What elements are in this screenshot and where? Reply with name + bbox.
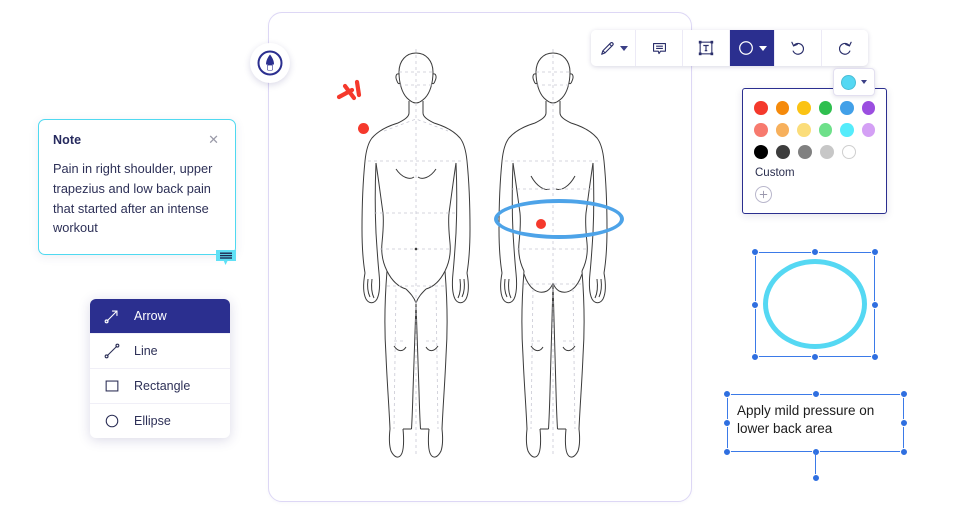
color-swatch-white[interactable] (842, 145, 856, 159)
line-icon (102, 341, 122, 361)
resize-handle-e[interactable] (900, 419, 908, 427)
undo-icon (791, 41, 805, 55)
annotation-pain-dot-shoulder[interactable] (358, 123, 369, 134)
color-swatch-grey[interactable] (798, 145, 812, 159)
custom-color-label: Custom (755, 167, 795, 179)
resize-handle-sw[interactable] (723, 448, 731, 456)
annotation-pain-dot-lower-back[interactable] (536, 219, 546, 229)
chevron-down-icon[interactable] (861, 80, 867, 84)
text-box-icon (698, 40, 714, 56)
shape-menu-label-ellipse: Ellipse (134, 414, 171, 428)
color-swatch-black[interactable] (754, 145, 768, 159)
app-logo[interactable] (250, 43, 290, 83)
plus-circle-icon (759, 190, 768, 199)
shape-menu-label-rectangle: Rectangle (134, 379, 191, 393)
rectangle-icon (102, 376, 122, 396)
anatomical-figure-back[interactable] (491, 41, 616, 481)
shape-menu-item-rectangle[interactable]: Rectangle (90, 369, 230, 404)
annotation-pain-strokes[interactable] (335, 79, 369, 113)
toolbar-button-textbox[interactable] (683, 30, 730, 66)
shape-menu-item-line[interactable]: Line (90, 334, 230, 369)
color-swatch-blue[interactable] (840, 101, 854, 115)
note-body-text: Pain in right shoulder, upper trapezius … (53, 161, 213, 236)
resize-handle-e[interactable] (871, 300, 879, 309)
drawing-canvas[interactable] (268, 12, 692, 502)
resize-handle-ne[interactable] (900, 390, 908, 398)
color-row-light (754, 123, 875, 137)
resize-handle-n[interactable] (811, 390, 820, 398)
resize-handle-ne[interactable] (871, 248, 879, 256)
close-icon[interactable]: ✕ (207, 133, 220, 146)
ellipse-icon (102, 411, 122, 431)
add-custom-color-button[interactable] (755, 186, 772, 203)
color-picker-button[interactable] (833, 68, 875, 96)
note-card[interactable]: Note ✕ Pain in right shoulder, upper tra… (38, 119, 236, 256)
shape-menu-label-line: Line (134, 344, 158, 358)
resize-handle-se[interactable] (871, 353, 879, 361)
color-row-primary (754, 101, 875, 115)
color-swatch-light-yellow[interactable] (797, 123, 811, 137)
selection-bounding-box (755, 252, 875, 357)
color-swatch-yellow[interactable] (797, 101, 811, 115)
color-swatch-cyan[interactable] (840, 123, 854, 137)
toolbar-button-undo[interactable] (775, 30, 822, 66)
color-swatch-icon (841, 74, 856, 90)
color-palette-popover: Custom (742, 88, 887, 214)
note-header: Note ✕ (53, 133, 220, 147)
chevron-down-icon[interactable] (619, 45, 628, 51)
selected-ellipse-shape[interactable] (751, 248, 879, 361)
toolbar-button-shape[interactable] (730, 30, 775, 66)
resize-handle-s[interactable] (811, 353, 819, 361)
shape-menu-item-ellipse[interactable]: Ellipse (90, 404, 230, 438)
resize-handle-nw[interactable] (751, 248, 759, 256)
canvas-content (269, 13, 691, 501)
color-swatch-orange[interactable] (775, 101, 789, 115)
annotation-toolbar (591, 30, 868, 66)
ellipse-icon (739, 41, 753, 55)
color-swatch-light-green[interactable] (818, 123, 832, 137)
selection-bounding-box (727, 394, 904, 452)
pen-icon (600, 41, 614, 55)
note-marker-icon (216, 250, 236, 265)
selected-text-box[interactable]: Apply mild pressure on lower back area (723, 390, 908, 482)
note-marker[interactable] (215, 249, 237, 266)
resize-handle-w[interactable] (751, 300, 759, 309)
shape-menu-label-arrow: Arrow (134, 309, 167, 323)
resize-handle-se[interactable] (900, 448, 908, 456)
color-row-greyscale (754, 145, 875, 159)
resize-handle-nw[interactable] (723, 390, 731, 398)
resize-handle-sw[interactable] (751, 353, 759, 361)
redo-icon (838, 41, 852, 55)
color-swatch-purple[interactable] (861, 101, 875, 115)
color-swatch-light-orange[interactable] (775, 123, 789, 137)
app-root: Custom Apply mild pressure on lower back… (0, 0, 960, 526)
chevron-down-icon[interactable] (759, 45, 767, 51)
color-swatch-green[interactable] (818, 101, 832, 115)
shape-tool-dropdown: Arrow Line Rectangle Ellipse (90, 299, 230, 438)
anatomical-figure-front[interactable] (354, 41, 479, 481)
resize-handle-w[interactable] (723, 419, 731, 427)
color-swatch-light-red[interactable] (754, 123, 768, 137)
rotate-handle[interactable] (811, 474, 820, 482)
arrow-icon (102, 306, 122, 326)
note-title: Note (53, 133, 82, 147)
resize-handle-n[interactable] (811, 248, 819, 256)
shape-menu-item-arrow[interactable]: Arrow (90, 299, 230, 334)
toolbar-button-comment[interactable] (636, 30, 683, 66)
color-swatch-light-grey[interactable] (820, 145, 834, 159)
color-swatch-light-purple[interactable] (861, 123, 875, 137)
color-swatch-red[interactable] (754, 101, 768, 115)
toolbar-button-pen[interactable] (591, 30, 636, 66)
marker-pen-circle-logo-icon (257, 50, 283, 76)
color-swatch-dark-grey[interactable] (776, 145, 790, 159)
annotation-lower-back-ellipse[interactable] (494, 199, 624, 239)
toolbar-button-redo[interactable] (822, 30, 868, 66)
comment-icon (652, 42, 666, 54)
